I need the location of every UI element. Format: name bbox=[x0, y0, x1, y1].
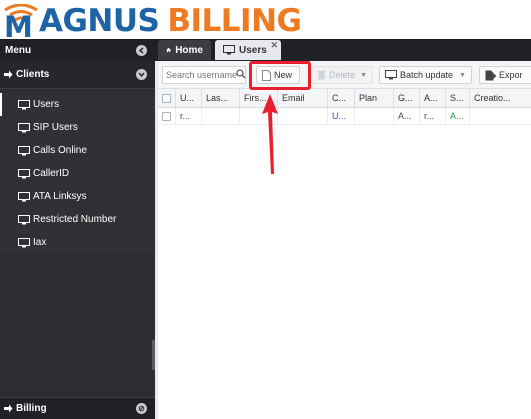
new-button-highlight bbox=[249, 61, 311, 90]
column-header-lastname[interactable]: Las... bbox=[202, 89, 240, 107]
sidebar-section-title: Clients bbox=[16, 69, 50, 80]
column-header-agent[interactable]: A... bbox=[420, 89, 446, 107]
logo-wifi-m: M bbox=[3, 3, 39, 44]
cell-creation-date bbox=[470, 108, 531, 124]
select-all-checkbox[interactable] bbox=[158, 89, 176, 107]
sidebar-item-users[interactable]: Users bbox=[0, 93, 155, 116]
logo-text-billing: BILLING bbox=[167, 3, 302, 39]
sidebar-section-billing[interactable]: Billing bbox=[0, 397, 155, 419]
sidebar-menu-header: Menu bbox=[0, 39, 155, 61]
sidebar-nav-list: Users SIP Users Calls Online CallerID AT… bbox=[0, 93, 155, 254]
monitor-icon bbox=[18, 99, 30, 109]
monitor-icon bbox=[223, 45, 235, 55]
sidebar-item-label: ATA Linksys bbox=[33, 191, 87, 202]
row-checkbox[interactable] bbox=[158, 108, 176, 124]
column-header-username[interactable]: U... bbox=[176, 89, 202, 107]
tab-strip: Home Users ✕ bbox=[155, 39, 531, 61]
trash-icon bbox=[317, 70, 326, 80]
column-header-plan[interactable]: Plan bbox=[355, 89, 394, 107]
monitor-icon bbox=[18, 145, 30, 155]
cell-status: A... bbox=[446, 108, 470, 124]
arrow-right-icon bbox=[4, 404, 13, 413]
cell-plan bbox=[355, 108, 394, 124]
monitor-icon bbox=[18, 237, 30, 247]
chevron-down-icon: ▼ bbox=[360, 71, 367, 79]
grid-header-row: U... Las... Firs... Email C... Plan G...… bbox=[158, 89, 531, 108]
svg-text:M: M bbox=[4, 10, 32, 37]
export-button-label: Expor bbox=[499, 70, 523, 80]
sidebar-item-label: SIP Users bbox=[33, 122, 78, 133]
sidebar-item-iax[interactable]: Iax bbox=[0, 231, 155, 254]
sidebar-item-label: Iax bbox=[33, 237, 47, 248]
magnus-billing-logo: M AGNUS BILLING bbox=[3, 3, 302, 44]
column-header-group[interactable]: G... bbox=[394, 89, 420, 107]
tab-close-icon[interactable]: ✕ bbox=[270, 41, 278, 50]
collapse-menu-icon[interactable] bbox=[136, 44, 147, 56]
tab-users[interactable]: Users ✕ bbox=[215, 40, 281, 60]
table-row[interactable]: r... U... A... r... A... bbox=[158, 108, 531, 125]
cell-email bbox=[278, 108, 328, 124]
batch-update-button[interactable]: Batch update ▼ bbox=[379, 66, 472, 84]
search-icon[interactable] bbox=[236, 69, 246, 79]
sidebar-item-callerid[interactable]: CallerID bbox=[0, 162, 155, 185]
sidebar-section-clients[interactable]: Clients bbox=[0, 61, 155, 89]
header-bar: M AGNUS BILLING bbox=[0, 0, 531, 44]
arrow-right-icon bbox=[4, 70, 13, 79]
cell-lastname bbox=[202, 108, 240, 124]
expand-section-icon[interactable] bbox=[136, 69, 147, 80]
monitor-icon bbox=[18, 214, 30, 224]
export-icon bbox=[485, 70, 496, 80]
cell-credit: U... bbox=[328, 108, 355, 124]
column-header-status[interactable]: S... bbox=[446, 89, 470, 107]
grid-toolbar: New Delete ▼ Batch update ▼ Expor bbox=[158, 61, 531, 89]
sidebar-item-label: CallerID bbox=[33, 168, 70, 179]
sidebar-item-label: Users bbox=[33, 99, 60, 110]
monitor-icon bbox=[18, 122, 30, 132]
tab-users-label: Users bbox=[239, 44, 267, 56]
column-header-email[interactable]: Email bbox=[278, 89, 328, 107]
monitor-icon bbox=[385, 70, 397, 80]
monitor-icon bbox=[18, 191, 30, 201]
tab-home[interactable]: Home bbox=[158, 40, 211, 60]
column-header-creation-date[interactable]: Creatio... bbox=[470, 89, 531, 107]
sidebar-item-calls-online[interactable]: Calls Online bbox=[0, 139, 155, 162]
sidebar-item-ata-linksys[interactable]: ATA Linksys bbox=[0, 185, 155, 208]
cell-group: A... bbox=[394, 108, 420, 124]
expand-billing-icon[interactable] bbox=[136, 403, 147, 414]
search-input[interactable] bbox=[162, 66, 246, 84]
sidebar-item-label: Restricted Number bbox=[33, 214, 117, 225]
export-button[interactable]: Expor bbox=[479, 66, 531, 84]
users-panel: New Delete ▼ Batch update ▼ Expor U... L… bbox=[155, 61, 531, 419]
sidebar-item-label: Calls Online bbox=[33, 145, 87, 156]
cell-username: r... bbox=[176, 108, 202, 124]
sidebar-item-sip-users[interactable]: SIP Users bbox=[0, 116, 155, 139]
sidebar-item-restricted-number[interactable]: Restricted Number bbox=[0, 208, 155, 231]
delete-button[interactable]: Delete ▼ bbox=[311, 66, 373, 84]
chevron-down-icon: ▼ bbox=[459, 71, 466, 79]
tab-home-label: Home bbox=[175, 44, 203, 56]
logo-text-magnus: AGNUS bbox=[39, 3, 160, 39]
sidebar-menu-title: Menu bbox=[5, 44, 32, 56]
cell-agent: r... bbox=[420, 108, 446, 124]
monitor-icon bbox=[18, 168, 30, 178]
delete-button-label: Delete bbox=[329, 70, 356, 80]
sidebar: Menu Clients Users SIP Users Calls Onlin… bbox=[0, 39, 155, 419]
batch-update-label: Batch update bbox=[400, 70, 454, 80]
pointer-arrow-icon bbox=[262, 94, 278, 174]
column-header-credit[interactable]: C... bbox=[328, 89, 355, 107]
home-icon bbox=[166, 47, 171, 53]
sidebar-footer-title: Billing bbox=[16, 403, 47, 414]
app-root: M AGNUS BILLING Menu Clients Users SIP U… bbox=[0, 0, 531, 419]
